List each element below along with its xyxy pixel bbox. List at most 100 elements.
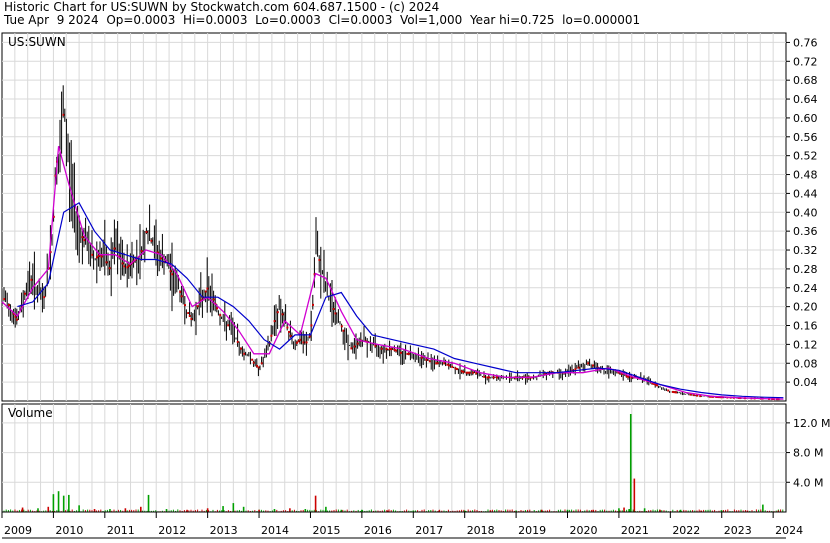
- close-tick: [260, 362, 263, 365]
- price-tick-label: 0.28: [793, 263, 818, 276]
- price-tick-label: 0.36: [793, 225, 818, 238]
- x-tick-label: 2018: [467, 524, 495, 537]
- close-tick: [30, 278, 33, 281]
- x-tick-label: 2015: [312, 524, 340, 537]
- close-tick: [270, 334, 273, 337]
- x-axis: 2009 2010 2011 2012 2013 2014 2015 2016 2017 2018…: [1, 511, 803, 539]
- close-tick: [206, 287, 209, 290]
- x-tick-label: 2009: [4, 524, 32, 537]
- volume-tick-label: 8.0 M: [793, 447, 823, 460]
- close-tick: [468, 371, 471, 374]
- price-tick-label: 0.24: [793, 282, 818, 295]
- close-tick: [150, 239, 153, 242]
- close-tick: [448, 364, 450, 367]
- price-tick-label: 0.16: [793, 320, 818, 333]
- close-tick: [342, 329, 345, 332]
- x-tick-label: 2011: [107, 524, 135, 537]
- close-tick: [91, 253, 94, 256]
- close-tick: [179, 290, 182, 293]
- price-tick-label: 0.08: [793, 357, 818, 370]
- close-tick: [289, 334, 292, 337]
- price-panel: 0.04 0.08 0.12 0.16 0.20 0.24 0.28 0.32 0.36 0.40…: [1, 32, 818, 402]
- close-tick: [113, 247, 116, 250]
- price-tick-label: 0.56: [793, 131, 818, 144]
- close-tick: [308, 335, 311, 338]
- close-tick: [390, 348, 393, 351]
- x-tick-label: 2012: [158, 524, 186, 537]
- close-tick: [395, 349, 398, 352]
- close-tick: [240, 347, 242, 350]
- close-tick: [243, 352, 246, 355]
- x-tick-label: 2019: [518, 524, 546, 537]
- close-tick: [273, 320, 276, 323]
- close-tick: [492, 376, 495, 379]
- close-tick: [8, 303, 10, 306]
- close-tick: [252, 361, 255, 364]
- close-tick: [16, 318, 18, 321]
- close-tick: [312, 303, 314, 306]
- close-tick: [374, 344, 377, 347]
- price-tick-label: 0.72: [793, 55, 818, 68]
- close-tick: [332, 308, 335, 311]
- close-tick: [3, 298, 6, 301]
- x-tick-label: 2024: [775, 524, 803, 537]
- close-tick: [281, 313, 284, 316]
- close-tick: [145, 230, 148, 233]
- price-tick-label: 0.52: [793, 150, 818, 163]
- close-tick: [219, 314, 222, 317]
- x-tick-label: 2021: [621, 524, 649, 537]
- close-tick: [184, 304, 186, 307]
- close-tick: [257, 366, 260, 369]
- close-tick: [196, 305, 199, 308]
- volume-tick-label: 4.0 M: [793, 476, 823, 489]
- close-tick: [160, 257, 162, 260]
- close-tick: [299, 338, 302, 341]
- close-tick: [286, 326, 289, 329]
- x-tick-label: 2014: [261, 524, 289, 537]
- x-tick-label: 2022: [672, 524, 700, 537]
- close-tick: [350, 347, 353, 350]
- close-tick: [574, 368, 577, 371]
- close-tick: [667, 389, 670, 392]
- close-tick: [420, 356, 423, 359]
- close-tick: [627, 375, 630, 378]
- x-tick-label: 2016: [364, 524, 392, 537]
- price-tick-label: 0.32: [793, 244, 818, 257]
- close-tick: [443, 362, 446, 365]
- close-tick: [496, 376, 498, 379]
- volume-tick-label: 12.0 M: [793, 417, 830, 430]
- price-tick-label: 0.12: [793, 338, 818, 351]
- close-tick: [62, 113, 65, 116]
- close-tick: [356, 342, 359, 345]
- price-tick-label: 0.48: [793, 169, 818, 182]
- close-tick: [212, 298, 215, 301]
- close-tick: [318, 258, 321, 261]
- price-tick-label: 0.40: [793, 206, 818, 219]
- price-tick-label: 0.44: [793, 187, 818, 200]
- close-tick: [472, 371, 474, 374]
- x-tick-label: 2023: [724, 524, 752, 537]
- close-tick: [699, 395, 702, 398]
- close-tick: [302, 341, 305, 344]
- close-tick: [123, 265, 126, 268]
- close-tick: [43, 296, 46, 299]
- x-tick-label: 2013: [210, 524, 238, 537]
- close-tick: [310, 324, 313, 327]
- close-tick: [334, 312, 337, 315]
- close-tick: [24, 292, 26, 295]
- close-tick: [475, 372, 478, 375]
- close-tick: [587, 362, 590, 365]
- volume-plot-area: [1, 403, 787, 513]
- close-tick: [216, 307, 218, 310]
- close-tick: [380, 347, 383, 350]
- close-tick: [577, 366, 580, 369]
- close-tick: [140, 250, 143, 253]
- close-tick: [451, 365, 454, 368]
- historic-chart: 0.04 0.08 0.12 0.16 0.20 0.24 0.28 0.32 0.36 0.40…: [1, 32, 830, 539]
- close-tick: [171, 273, 174, 276]
- price-tick-label: 0.04: [793, 376, 818, 389]
- close-tick: [83, 239, 86, 242]
- close-tick: [462, 371, 465, 374]
- close-tick: [353, 345, 356, 348]
- price-tick-label: 0.64: [793, 93, 818, 106]
